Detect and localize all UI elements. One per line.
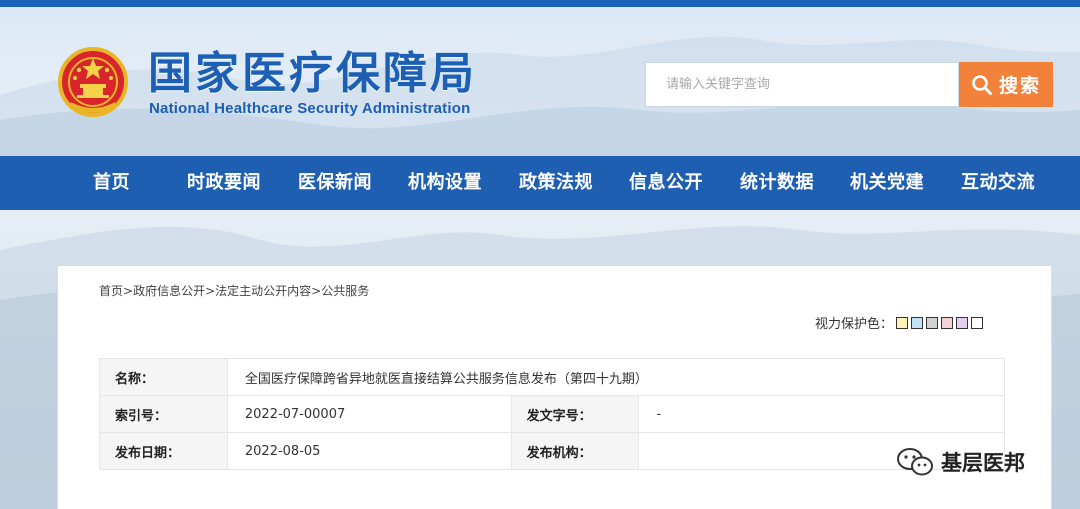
breadcrumb: 首页>政府信息公开>法定主动公开内容>公共服务 (99, 282, 369, 299)
nav-item-policy[interactable]: 政策法规 (519, 156, 593, 210)
index-label: 索引号： (99, 395, 228, 433)
nav-item-statistics[interactable]: 统计数据 (740, 156, 814, 210)
breadcrumb-gov-info[interactable]: 政府信息公开 (133, 284, 205, 298)
table-row: 发布日期： 2022-08-05 发布机构： (99, 432, 1005, 470)
document-info-table: 名称： 全国医疗保障跨省异地就医直接结算公共服务信息发布（第四十九期） 索引号：… (99, 358, 1006, 470)
search-input[interactable] (646, 63, 958, 106)
color-swatch[interactable] (971, 316, 984, 329)
search-box (645, 62, 959, 107)
color-swatch[interactable] (911, 316, 924, 329)
national-emblem-icon (55, 44, 131, 120)
color-swatch[interactable] (896, 316, 909, 329)
breadcrumb-home[interactable]: 首页 (99, 284, 123, 298)
docno-label: 发文字号： (510, 395, 640, 433)
breadcrumb-public-service[interactable]: 公共服务 (321, 284, 369, 298)
site-subtitle: National Healthcare Security Administrat… (149, 100, 471, 117)
watermark: 基层医邦 (895, 446, 1025, 478)
main-navigation: 首页 时政要闻 医保新闻 机构设置 政策法规 信息公开 统计数据 机关党建 互动… (0, 156, 1080, 210)
nav-item-news[interactable]: 时政要闻 (187, 156, 261, 210)
nav-item-interaction[interactable]: 互动交流 (961, 156, 1035, 210)
search-icon (972, 74, 992, 95)
nav-item-med-news[interactable]: 医保新闻 (298, 156, 372, 210)
color-swatch[interactable] (941, 316, 954, 329)
watermark-text: 基层医邦 (941, 451, 1025, 475)
breadcrumb-separator: > (311, 284, 322, 298)
site-title: 国家医疗保障局 (148, 48, 477, 99)
date-label: 发布日期： (99, 432, 228, 470)
nav-item-home[interactable]: 首页 (93, 156, 130, 210)
nav-item-structure[interactable]: 机构设置 (408, 156, 482, 210)
wechat-icon (897, 448, 933, 476)
index-value: 2022-07-00007 (226, 395, 512, 433)
org-label: 发布机构： (510, 432, 640, 470)
nav-item-disclosure[interactable]: 信息公开 (629, 156, 703, 210)
breadcrumb-separator: > (123, 284, 134, 298)
docno-value: - (638, 395, 1005, 433)
breadcrumb-statutory[interactable]: 法定主动公开内容 (215, 284, 311, 298)
breadcrumb-separator: > (205, 284, 216, 298)
name-label: 名称： (99, 358, 228, 396)
color-swatch[interactable] (956, 316, 969, 329)
search-button-label: 搜索 (998, 75, 1041, 97)
search-button[interactable]: 搜索 (959, 62, 1053, 107)
nav-item-party[interactable]: 机关党建 (850, 156, 924, 210)
color-swatch[interactable] (926, 316, 939, 329)
top-accent-bar (0, 0, 1080, 7)
vision-protection: 视力保护色： (815, 313, 984, 332)
table-row: 名称： 全国医疗保障跨省异地就医直接结算公共服务信息发布（第四十九期） (99, 358, 1006, 396)
name-value: 全国医疗保障跨省异地就医直接结算公共服务信息发布（第四十九期） (226, 358, 1006, 396)
date-value: 2022-08-05 (226, 432, 512, 470)
table-row: 索引号： 2022-07-00007 发文字号： - (99, 395, 1005, 433)
vision-label: 视力保护色： (815, 317, 894, 332)
